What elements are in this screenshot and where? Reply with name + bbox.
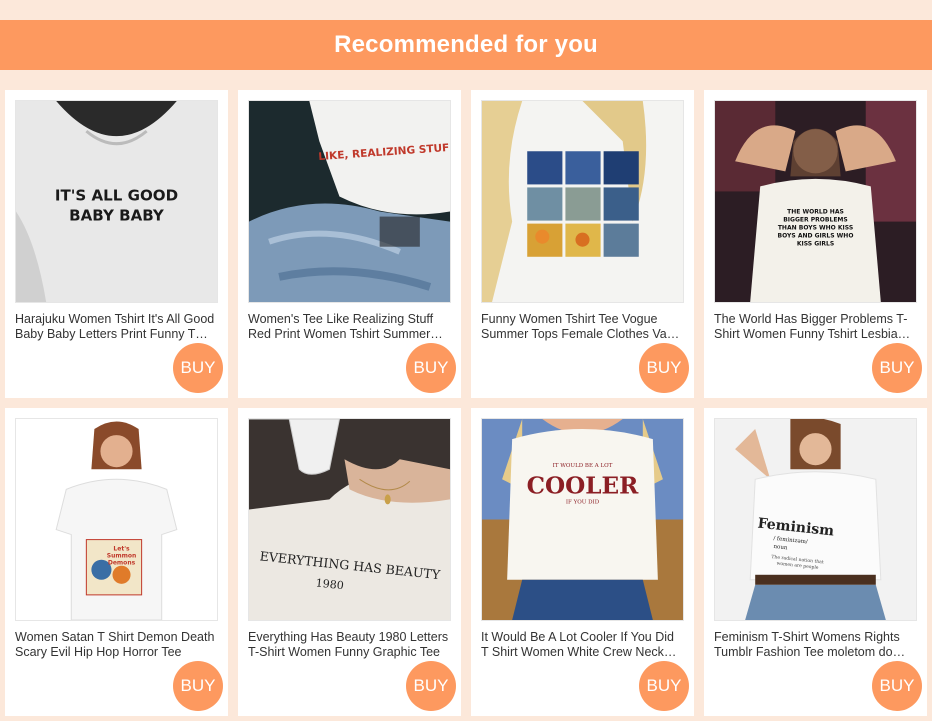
image-text-line: BABY BABY [69, 207, 165, 225]
image-text-line: BIGGER PROBLEMS [783, 217, 848, 224]
product-card[interactable]: Feminism / feminizəm/ noun The radical n… [704, 408, 927, 716]
image-text-line: THAN BOYS WHO KISS [778, 225, 853, 232]
product-card[interactable]: IT'S ALL GOOD BABY BABY Harajuku Women T… [5, 90, 228, 398]
page-title: Recommended for you [334, 31, 598, 58]
product-card[interactable]: LIKE, REALIZING STUFF Women's Tee Like R… [238, 90, 461, 398]
buy-button[interactable]: BUY [639, 661, 689, 711]
product-title[interactable]: Women Satan T Shirt Demon Death Scary Ev… [15, 630, 218, 660]
product-card[interactable]: Funny Women Tshirt Tee Vogue Summer Tops… [471, 90, 694, 398]
product-title[interactable]: Women's Tee Like Realizing Stuff Red Pri… [248, 312, 451, 342]
image-text-line: Demons [108, 560, 136, 567]
product-grid: IT'S ALL GOOD BABY BABY Harajuku Women T… [5, 90, 927, 716]
product-image[interactable]: LIKE, REALIZING STUFF [248, 100, 451, 303]
product-card[interactable]: Let's Summon Demons Women Satan T Shirt … [5, 408, 228, 716]
image-text-line: Summon [107, 553, 137, 560]
product-title[interactable]: Funny Women Tshirt Tee Vogue Summer Tops… [481, 312, 684, 342]
image-text-line: IT'S ALL GOOD [55, 186, 178, 204]
image-text-line: KISS GIRLS [797, 241, 834, 248]
buy-button[interactable]: BUY [173, 343, 223, 393]
product-image[interactable]: Feminism / feminizəm/ noun The radical n… [714, 418, 917, 621]
buy-button[interactable]: BUY [406, 343, 456, 393]
image-text-line: BOYS AND GIRLS WHO [778, 233, 854, 240]
product-card[interactable]: THE WORLD HAS BIGGER PROBLEMS THAN BOYS … [704, 90, 927, 398]
product-title[interactable]: Harajuku Women Tshirt It's All Good Baby… [15, 312, 218, 342]
product-title[interactable]: Everything Has Beauty 1980 Letters T-Shi… [248, 630, 451, 660]
product-image[interactable]: Let's Summon Demons [15, 418, 218, 621]
product-title[interactable]: The World Has Bigger Problems T-Shirt Wo… [714, 312, 917, 342]
product-image[interactable]: IT WOULD BE A LOT COOLER IF YOU DID [481, 418, 684, 621]
image-text-line: IT WOULD BE A LOT [553, 463, 613, 469]
product-title[interactable]: Feminism T-Shirt Womens Rights Tumblr Fa… [714, 630, 917, 660]
buy-button[interactable]: BUY [872, 343, 922, 393]
product-title[interactable]: It Would Be A Lot Cooler If You Did T Sh… [481, 630, 684, 660]
image-text-line: IF YOU DID [566, 499, 600, 505]
image-text-line: COOLER [527, 472, 640, 499]
product-image[interactable]: EVERYTHING HAS BEAUTY 1980 [248, 418, 451, 621]
product-image[interactable]: IT'S ALL GOOD BABY BABY [15, 100, 218, 303]
buy-button[interactable]: BUY [639, 343, 689, 393]
buy-button[interactable]: BUY [872, 661, 922, 711]
buy-button[interactable]: BUY [406, 661, 456, 711]
product-image[interactable]: THE WORLD HAS BIGGER PROBLEMS THAN BOYS … [714, 100, 917, 303]
product-image[interactable] [481, 100, 684, 303]
image-text-line: THE WORLD HAS [787, 209, 844, 216]
image-text-line: Let's [113, 546, 130, 553]
product-card[interactable]: IT WOULD BE A LOT COOLER IF YOU DID It W… [471, 408, 694, 716]
buy-button[interactable]: BUY [173, 661, 223, 711]
recommended-header: Recommended for you [0, 20, 932, 70]
product-card[interactable]: EVERYTHING HAS BEAUTY 1980 Everything Ha… [238, 408, 461, 716]
